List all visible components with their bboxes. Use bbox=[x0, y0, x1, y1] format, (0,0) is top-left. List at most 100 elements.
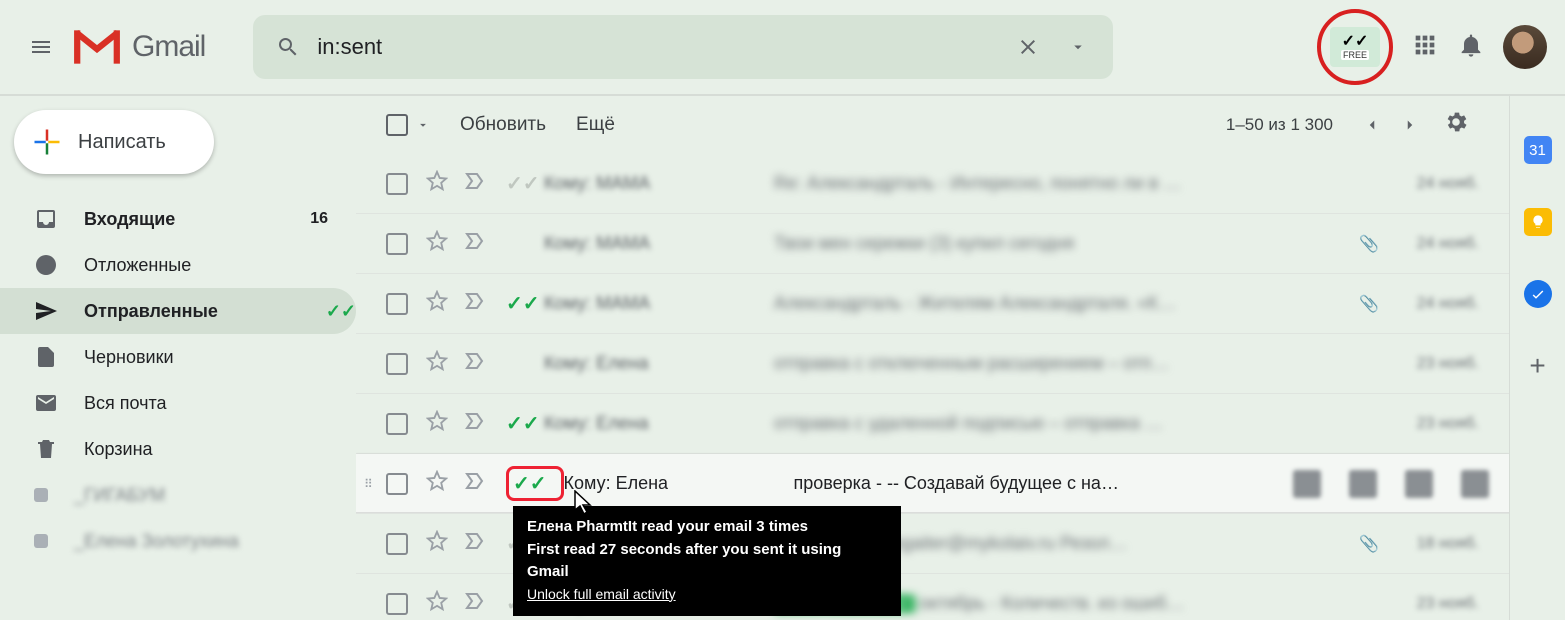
sidebar-item-label: Черновики bbox=[84, 347, 356, 368]
row-checkbox[interactable] bbox=[386, 353, 408, 375]
compose-button[interactable]: Написать bbox=[14, 110, 214, 174]
google-apps-button[interactable] bbox=[1411, 31, 1439, 64]
pagination-prev-button[interactable] bbox=[1353, 106, 1391, 144]
star-button[interactable] bbox=[426, 350, 448, 377]
search-clear-button[interactable] bbox=[1003, 22, 1053, 72]
search-input[interactable] bbox=[313, 34, 1003, 60]
more-button[interactable]: Ещё bbox=[576, 114, 615, 136]
date: 18 нояб. bbox=[1389, 535, 1479, 553]
subject: отправка с отключенным расширением – отп… bbox=[774, 353, 1389, 374]
delete-button[interactable] bbox=[1349, 470, 1377, 498]
recipient: Кому: МАМА bbox=[544, 293, 774, 314]
tasks-app-button[interactable] bbox=[1524, 280, 1552, 308]
sidebar-item-file[interactable]: Черновики bbox=[0, 334, 356, 380]
email-row[interactable]: ⠿Кому: МАМАТвои мен сережки (3) купил се… bbox=[356, 214, 1509, 274]
search-options-button[interactable] bbox=[1053, 22, 1103, 72]
read-tracking-icon[interactable]: ✓✓ bbox=[506, 411, 534, 436]
importance-marker[interactable] bbox=[464, 289, 488, 318]
row-checkbox[interactable] bbox=[386, 293, 408, 315]
toolbar: Обновить Ещё 1–50 из 1 300 bbox=[356, 96, 1509, 154]
clock-icon bbox=[34, 253, 58, 277]
sidebar-item-mail[interactable]: Вся почта bbox=[0, 380, 356, 426]
trash-icon bbox=[34, 437, 58, 461]
gmail-m-icon bbox=[72, 28, 122, 66]
date: 23 нояб. bbox=[1389, 415, 1479, 433]
importance-marker[interactable] bbox=[464, 349, 488, 378]
star-button[interactable] bbox=[426, 290, 448, 317]
sidebar-label[interactable]: _ГИГАБУМ bbox=[0, 472, 356, 518]
select-all-checkbox[interactable] bbox=[386, 114, 408, 136]
sidebar-item-label: Входящие bbox=[84, 209, 310, 230]
sidebar-item-label: Корзина bbox=[84, 439, 356, 460]
archive-button[interactable] bbox=[1293, 470, 1321, 498]
extension-free-badge[interactable]: ✓✓ FREE bbox=[1317, 9, 1393, 85]
row-checkbox[interactable] bbox=[386, 173, 408, 195]
email-row[interactable]: ⠿Кому: Еленаотправка с отключенным расши… bbox=[356, 334, 1509, 394]
sidebar-item-trash[interactable]: Корзина bbox=[0, 426, 356, 472]
importance-marker[interactable] bbox=[464, 409, 488, 438]
importance-marker[interactable] bbox=[464, 229, 488, 258]
read-tracking-icon[interactable]: ✓✓ bbox=[506, 291, 534, 316]
date: 23 нояб. bbox=[1389, 595, 1479, 613]
row-checkbox[interactable] bbox=[386, 413, 408, 435]
importance-marker[interactable] bbox=[464, 529, 488, 558]
mark-read-button[interactable] bbox=[1405, 470, 1433, 498]
email-row[interactable]: ⠿✓✓Кому: МАМАRe: Александрталь - Интерес… bbox=[356, 154, 1509, 214]
mail-icon bbox=[34, 391, 58, 415]
pagination-range: 1–50 из 1 300 bbox=[1226, 115, 1333, 135]
row-checkbox[interactable] bbox=[386, 473, 408, 495]
search-icon[interactable] bbox=[263, 22, 313, 72]
calendar-app-button[interactable]: 31 bbox=[1524, 136, 1552, 164]
gmail-product-name: Gmail bbox=[132, 30, 205, 64]
drag-handle-icon[interactable]: ⠿ bbox=[364, 477, 375, 491]
attachment-icon: 📎 bbox=[1359, 234, 1379, 254]
email-row[interactable]: ⠿✓✓Кому: Еленаотправка с удаленной подпи… bbox=[356, 394, 1509, 454]
date: 24 нояб. bbox=[1389, 295, 1479, 313]
recipient: Кому: Елена bbox=[544, 413, 774, 434]
account-avatar[interactable] bbox=[1503, 25, 1547, 69]
importance-marker[interactable] bbox=[464, 469, 488, 498]
sidebar-item-clock[interactable]: Отложенные bbox=[0, 242, 356, 288]
right-side-panel: 31 + bbox=[1509, 96, 1565, 620]
recipient: Кому: МАМА bbox=[544, 233, 774, 254]
read-tracking-icon[interactable]: ✓✓ bbox=[506, 171, 534, 196]
star-button[interactable] bbox=[426, 410, 448, 437]
star-button[interactable] bbox=[426, 230, 448, 257]
gmail-logo[interactable]: Gmail bbox=[72, 28, 205, 66]
subject: Re: Александрталь - Интересно, понятно л… bbox=[774, 173, 1389, 194]
tooltip-unlock-link[interactable]: Unlock full email activity bbox=[527, 586, 676, 602]
importance-marker[interactable] bbox=[464, 169, 488, 198]
importance-marker[interactable] bbox=[464, 589, 488, 618]
star-button[interactable] bbox=[426, 590, 448, 617]
snooze-button[interactable] bbox=[1461, 470, 1489, 498]
hamburger-menu-button[interactable] bbox=[18, 24, 64, 70]
settings-button[interactable] bbox=[1429, 109, 1469, 141]
pagination-next-button[interactable] bbox=[1391, 106, 1429, 144]
sidebar-label[interactable]: _Елена Золотухина bbox=[0, 518, 356, 564]
row-checkbox[interactable] bbox=[386, 593, 408, 615]
notifications-button[interactable] bbox=[1457, 31, 1485, 64]
email-row[interactable]: ⠿✓✓Кому: МАМААлександрталь - Жителям Але… bbox=[356, 274, 1509, 334]
select-all-caret[interactable] bbox=[416, 118, 430, 132]
row-checkbox[interactable] bbox=[386, 233, 408, 255]
star-button[interactable] bbox=[426, 530, 448, 557]
sidebar-item-label: Вся почта bbox=[84, 393, 356, 414]
sidebar-item-inbox[interactable]: Входящие16 bbox=[0, 196, 356, 242]
row-checkbox[interactable] bbox=[386, 533, 408, 555]
bulb-icon bbox=[1530, 214, 1546, 230]
email-row[interactable]: ⠿✓✓Кому: Еленапроверка - -- Создавай буд… bbox=[356, 454, 1509, 514]
refresh-button[interactable]: Обновить bbox=[460, 114, 546, 136]
keep-app-button[interactable] bbox=[1524, 208, 1552, 236]
read-tracking-icon[interactable]: ✓✓ bbox=[513, 473, 547, 495]
star-button[interactable] bbox=[426, 170, 448, 197]
tooltip-line-1: Елена PharmtIt read your email 3 times bbox=[527, 518, 808, 535]
star-button[interactable] bbox=[426, 470, 448, 497]
hamburger-icon bbox=[29, 35, 53, 59]
gear-icon bbox=[1443, 109, 1469, 135]
apps-grid-icon bbox=[1411, 31, 1439, 59]
get-addons-button[interactable]: + bbox=[1524, 352, 1552, 380]
sidebar-item-send[interactable]: Отправленные✓✓ bbox=[0, 288, 356, 334]
row-hover-actions bbox=[1293, 470, 1489, 498]
tracking-highlight-box: ✓✓ bbox=[506, 466, 564, 501]
label-color-dot bbox=[34, 488, 48, 502]
